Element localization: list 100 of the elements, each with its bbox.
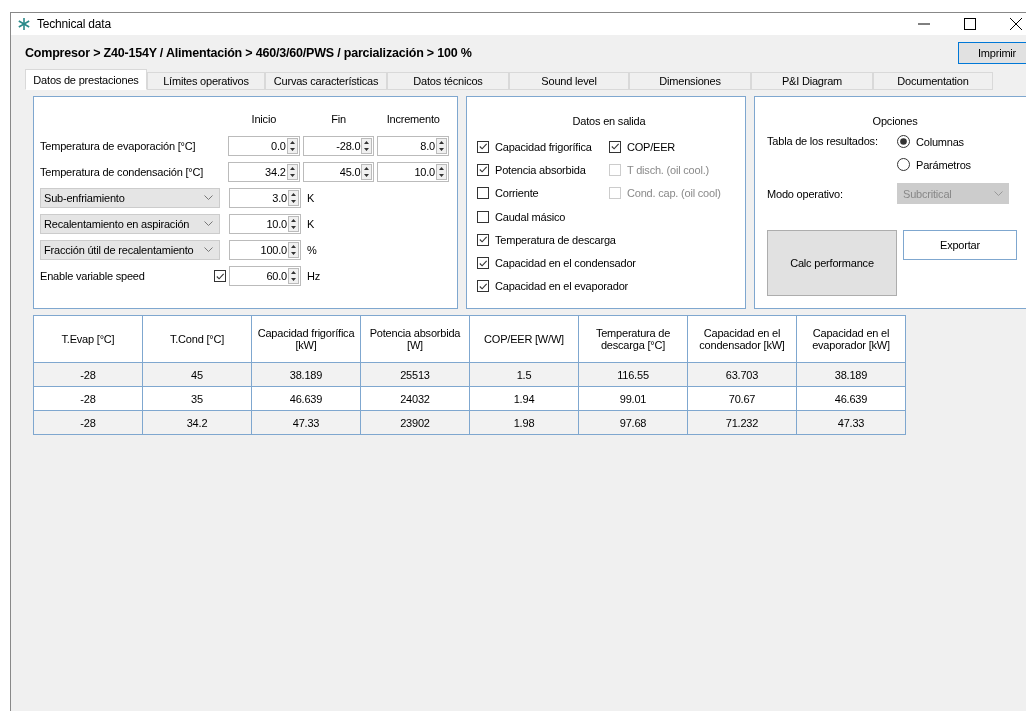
close-icon[interactable] [1010,18,1022,30]
option-label: Modo operativo: [767,187,844,200]
table-cell: 1.98 [469,410,579,435]
spin-arrows-icon[interactable] [286,164,298,180]
unit-label: K [307,218,315,230]
table-cell: 45 [142,362,252,387]
dropdown[interactable]: Fracción útil de recalentamiento [40,240,220,260]
checkbox[interactable] [477,163,489,176]
spin-arrows-icon[interactable] [288,190,299,206]
tab[interactable]: Documentation [873,72,993,90]
unit-label: % [307,244,317,256]
tab[interactable]: Datos técnicos [387,72,509,90]
dropdown[interactable]: Sub-enfriamiento [40,188,220,208]
radio-label: Parámetros [916,158,971,171]
export-button[interactable]: Exportar [903,230,1017,260]
table-cell: 38.189 [796,362,906,387]
tab[interactable]: Datos de prestaciones [25,69,147,90]
number-field[interactable]: 60.0 [229,266,301,286]
checkbox-label: Caudal másico [495,210,566,223]
checkbox-label: Potencia absorbida [495,163,586,176]
column-header: Potencia absorbida [W] [360,315,470,363]
checkbox-label: Capacidad frigorífica [495,140,592,153]
checkbox-label: Capacidad en el evaporador [495,280,628,293]
table-cell: 47.33 [796,410,906,435]
column-header: Capacidad en el evaporador [kW] [796,315,906,363]
table-cell: 38.189 [251,362,361,387]
number-field[interactable]: 10.0 [377,162,449,182]
print-button[interactable]: Imprimir [958,42,1026,64]
calc-performance-button[interactable]: Calc performance [767,230,897,296]
table-cell: 1.94 [469,386,579,411]
table-cell: -28 [33,386,143,411]
column-header: T.Cond [°C] [142,315,252,363]
checkbox[interactable] [609,140,621,153]
column-header: Capacidad frigorífica [kW] [251,315,361,363]
dropdown[interactable]: Recalentamiento en aspiración [40,214,220,234]
table-cell: 63.703 [687,362,797,387]
tab[interactable]: Límites operativos [147,72,265,90]
checkbox[interactable] [477,210,489,223]
spin-arrows-icon[interactable] [436,164,447,180]
table-cell: 46.639 [251,386,361,411]
field-label: Temperatura de evaporación [°C] [40,140,196,152]
checkbox-label: Cond. cap. (oil cool) [627,187,721,200]
maximize-icon[interactable] [964,18,976,30]
snowflake-icon [17,17,31,31]
number-field[interactable]: 34.2 [228,162,300,182]
checkbox[interactable] [477,257,489,270]
table-cell: -28 [33,362,143,387]
unit-label: K [307,192,315,204]
column-header: Inicio [250,113,278,127]
tab[interactable]: Dimensiones [629,72,751,90]
number-field[interactable]: 3.0 [229,188,301,208]
field-label: Temperatura de condensación [°C] [40,166,204,178]
radio-button[interactable] [897,135,910,148]
checkbox-label: COP/EER [627,140,676,153]
spin-arrows-icon[interactable] [286,138,298,154]
number-field[interactable]: 45.0 [302,162,375,182]
unit-label: Hz [307,270,321,282]
column-header: Capacidad en el condensador [kW] [687,315,797,363]
checkbox[interactable] [477,233,489,246]
spin-arrows-icon[interactable] [361,164,373,180]
radio-label: Columnas [916,135,964,148]
table-cell: 34.2 [142,410,252,435]
radio-button[interactable] [897,158,910,171]
spin-arrows-icon[interactable] [361,138,373,154]
panel-title: Opciones [871,115,919,127]
number-field[interactable]: 100.0 [229,240,301,260]
table-cell: 35 [142,386,252,411]
table-cell: 46.639 [796,386,906,411]
panel-title: Datos en salida [571,115,647,127]
caret-icon [204,247,213,253]
caret-icon [204,195,213,201]
tab[interactable]: Sound level [509,72,629,90]
column-header: COP/EER [W/W] [469,315,579,363]
number-field[interactable]: 8.0 [377,136,449,156]
table-cell: 25513 [360,362,470,387]
table-cell: 1.5 [469,362,579,387]
table-cell: 116.55 [578,362,688,387]
tab[interactable]: Curvas características [265,72,387,90]
number-field[interactable]: 10.0 [229,214,301,234]
spin-arrows-icon[interactable] [288,216,299,232]
table-cell: -28 [33,410,143,435]
checkbox[interactable] [214,270,226,282]
column-header: Temperatura de descarga [°C] [578,315,688,363]
column-header: Incremento [385,113,441,127]
caret-icon [204,221,213,227]
number-field[interactable]: 0.0 [228,136,300,156]
spin-arrows-icon[interactable] [288,268,299,284]
number-field[interactable]: -28.0 [302,136,375,156]
checkbox[interactable] [477,280,489,293]
checkbox[interactable] [477,187,489,200]
table-cell: 47.33 [251,410,361,435]
spin-arrows-icon[interactable] [288,242,299,258]
spin-arrows-icon[interactable] [436,138,447,154]
tab[interactable]: P&I Diagram [751,72,873,90]
checkbox-label: Capacidad en el condensador [495,257,636,270]
checkbox-label: Enable variable speed [40,270,145,282]
column-header: Fin [330,113,347,127]
breadcrumb: Compresor > Z40-154Y / Alimentación > 460/3/60/PWS / parcialización > 100 % [25,46,472,60]
table-cell: 70.67 [687,386,797,411]
checkbox[interactable] [477,140,489,153]
